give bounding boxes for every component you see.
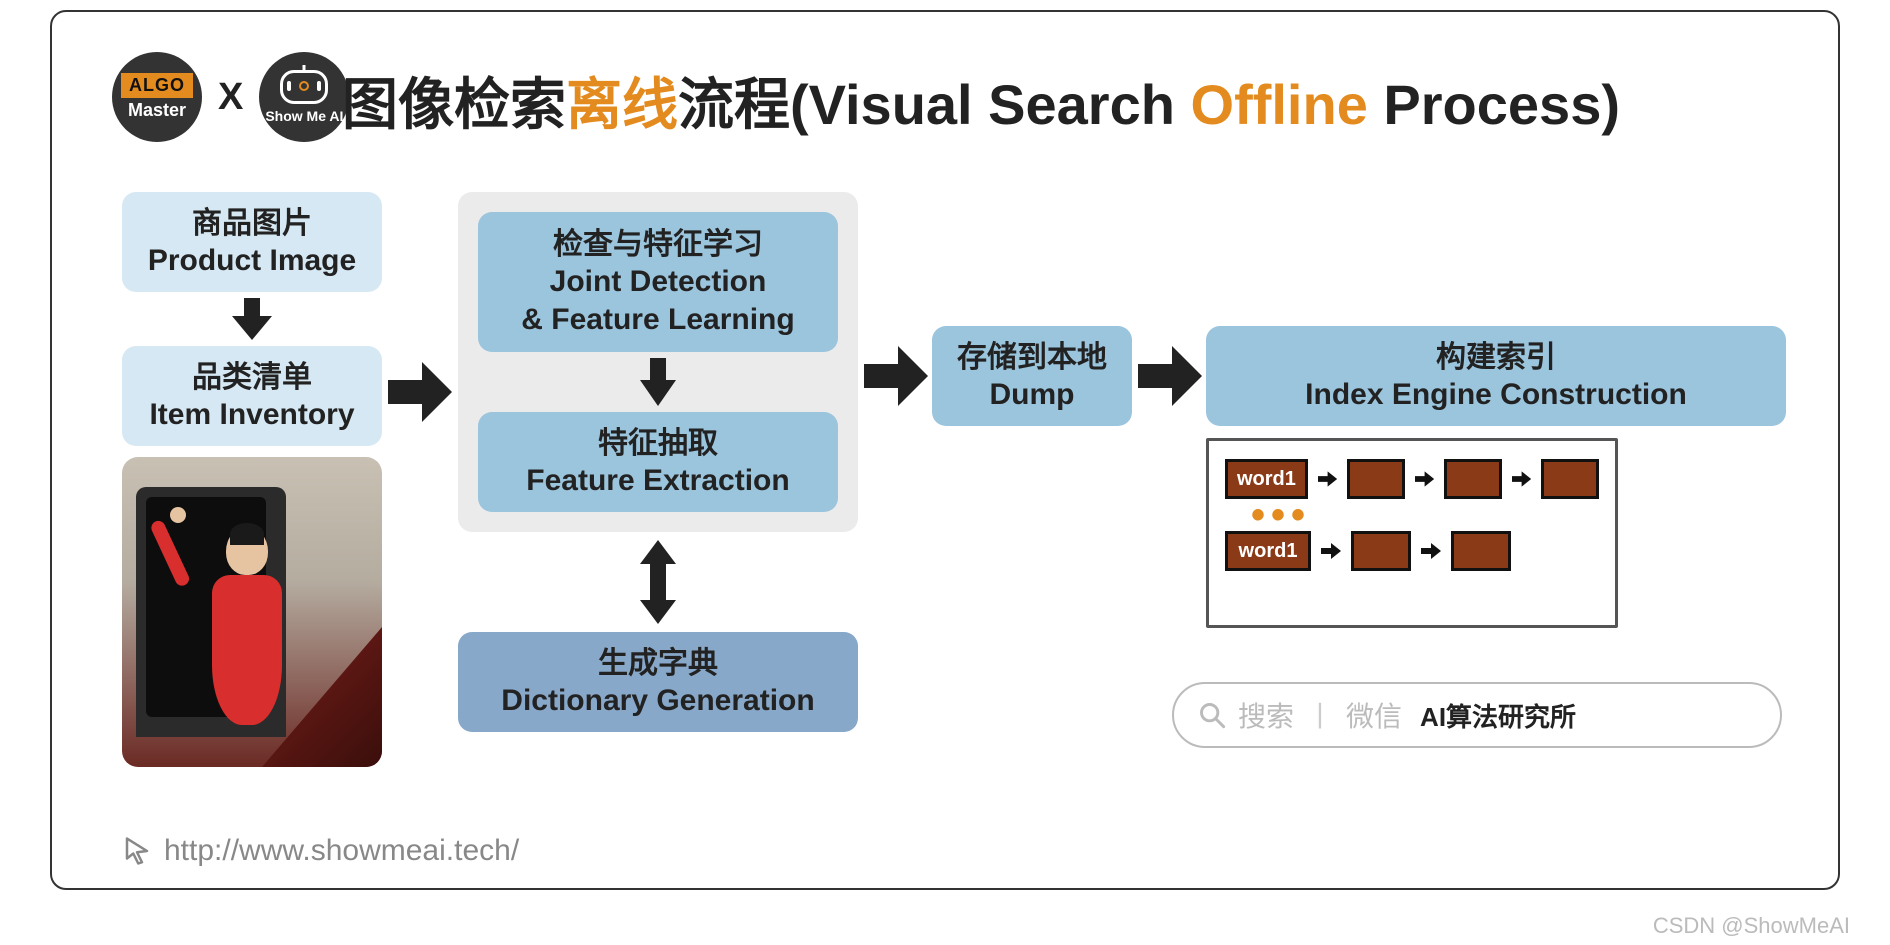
block-item-inventory: 品类清单 Item Inventory <box>122 346 382 446</box>
cursor-icon <box>122 836 152 866</box>
arrow-down-icon <box>232 298 272 340</box>
search-org: AI算法研究所 <box>1420 697 1576 734</box>
arrow-right-icon <box>388 362 452 422</box>
search-wechat: 微信 <box>1346 695 1402 735</box>
arrow-right-icon <box>864 346 928 406</box>
showmeai-logo: Show Me AI <box>259 52 349 142</box>
watermark: CSDN @ShowMeAI <box>1653 913 1850 939</box>
joint-en1: Joint Detection <box>550 263 767 301</box>
joint-en2: & Feature Learning <box>521 301 794 339</box>
logo-separator: X <box>218 76 243 119</box>
dict-en: Dictionary Generation <box>501 682 814 720</box>
footer-url: http://www.showmeai.tech/ <box>164 834 519 868</box>
algo-badge: ALGO <box>121 73 193 98</box>
index-cell <box>1444 459 1502 499</box>
arrow-updown-icon <box>640 540 676 624</box>
arrow-down-icon <box>640 358 676 406</box>
item-inventory-cn: 品类清单 <box>192 359 312 397</box>
showme-text: Show Me AI <box>265 108 343 124</box>
index-word-cell: word1 <box>1225 531 1311 571</box>
item-inventory-en: Item Inventory <box>149 396 354 434</box>
title-cn-post: 流程 <box>678 73 790 136</box>
ellipsis-icon: ••• <box>1251 505 1599 525</box>
index-cell <box>1541 459 1599 499</box>
algo-master-logo: ALGO Master <box>112 52 202 142</box>
title-en-highlight: Offline <box>1191 73 1368 136</box>
block-dump: 存储到本地 Dump <box>932 326 1132 426</box>
arrow-right-icon <box>1415 469 1434 489</box>
search-icon <box>1198 701 1226 729</box>
product-image-en: Product Image <box>148 242 356 280</box>
index-cell <box>1351 531 1411 571</box>
index-cell <box>1347 459 1405 499</box>
index-diagram: word1 ••• word1 <box>1206 438 1618 628</box>
search-pill: 搜索 丨 微信 AI算法研究所 <box>1172 682 1782 748</box>
search-label: 搜索 <box>1238 695 1294 735</box>
slide-title: 图像检索离线流程(Visual Search Offline Process) <box>342 60 1620 141</box>
block-product-image: 商品图片 Product Image <box>122 192 382 292</box>
title-cn-pre: 图像检索 <box>342 73 566 136</box>
arrow-right-icon <box>1421 541 1441 561</box>
feature-cn: 特征抽取 <box>598 425 718 463</box>
slide-frame: ALGO Master X Show Me AI 图像检索离线流程(Visual… <box>50 10 1840 890</box>
dump-cn: 存储到本地 <box>957 339 1107 377</box>
title-cn-highlight: 离线 <box>566 73 678 136</box>
separator: 丨 <box>1306 695 1334 735</box>
index-en: Index Engine Construction <box>1305 376 1687 414</box>
arrow-right-icon <box>1318 469 1337 489</box>
index-cell <box>1451 531 1511 571</box>
joint-cn: 检查与特征学习 <box>553 226 763 264</box>
dict-cn: 生成字典 <box>598 645 718 683</box>
feature-en: Feature Extraction <box>526 462 789 500</box>
robot-face-icon <box>280 70 328 104</box>
master-text: Master <box>128 100 186 121</box>
block-feature-extraction: 特征抽取 Feature Extraction <box>478 412 838 512</box>
footer: http://www.showmeai.tech/ <box>122 834 519 868</box>
arrow-right-icon <box>1138 346 1202 406</box>
index-row: word1 <box>1225 531 1599 571</box>
arrow-right-icon <box>1321 541 1341 561</box>
header: ALGO Master X Show Me AI <box>112 52 349 142</box>
index-cn: 构建索引 <box>1436 339 1556 377</box>
block-index-construction: 构建索引 Index Engine Construction <box>1206 326 1786 426</box>
block-dictionary-generation: 生成字典 Dictionary Generation <box>458 632 858 732</box>
product-image-cn: 商品图片 <box>192 205 312 243</box>
arrow-right-icon <box>1512 469 1531 489</box>
product-photo <box>122 457 382 767</box>
dump-en: Dump <box>990 376 1075 414</box>
title-en-pre: (Visual Search <box>790 73 1191 136</box>
title-en-post: Process) <box>1368 73 1620 136</box>
block-joint-detection: 检查与特征学习 Joint Detection & Feature Learni… <box>478 212 838 352</box>
